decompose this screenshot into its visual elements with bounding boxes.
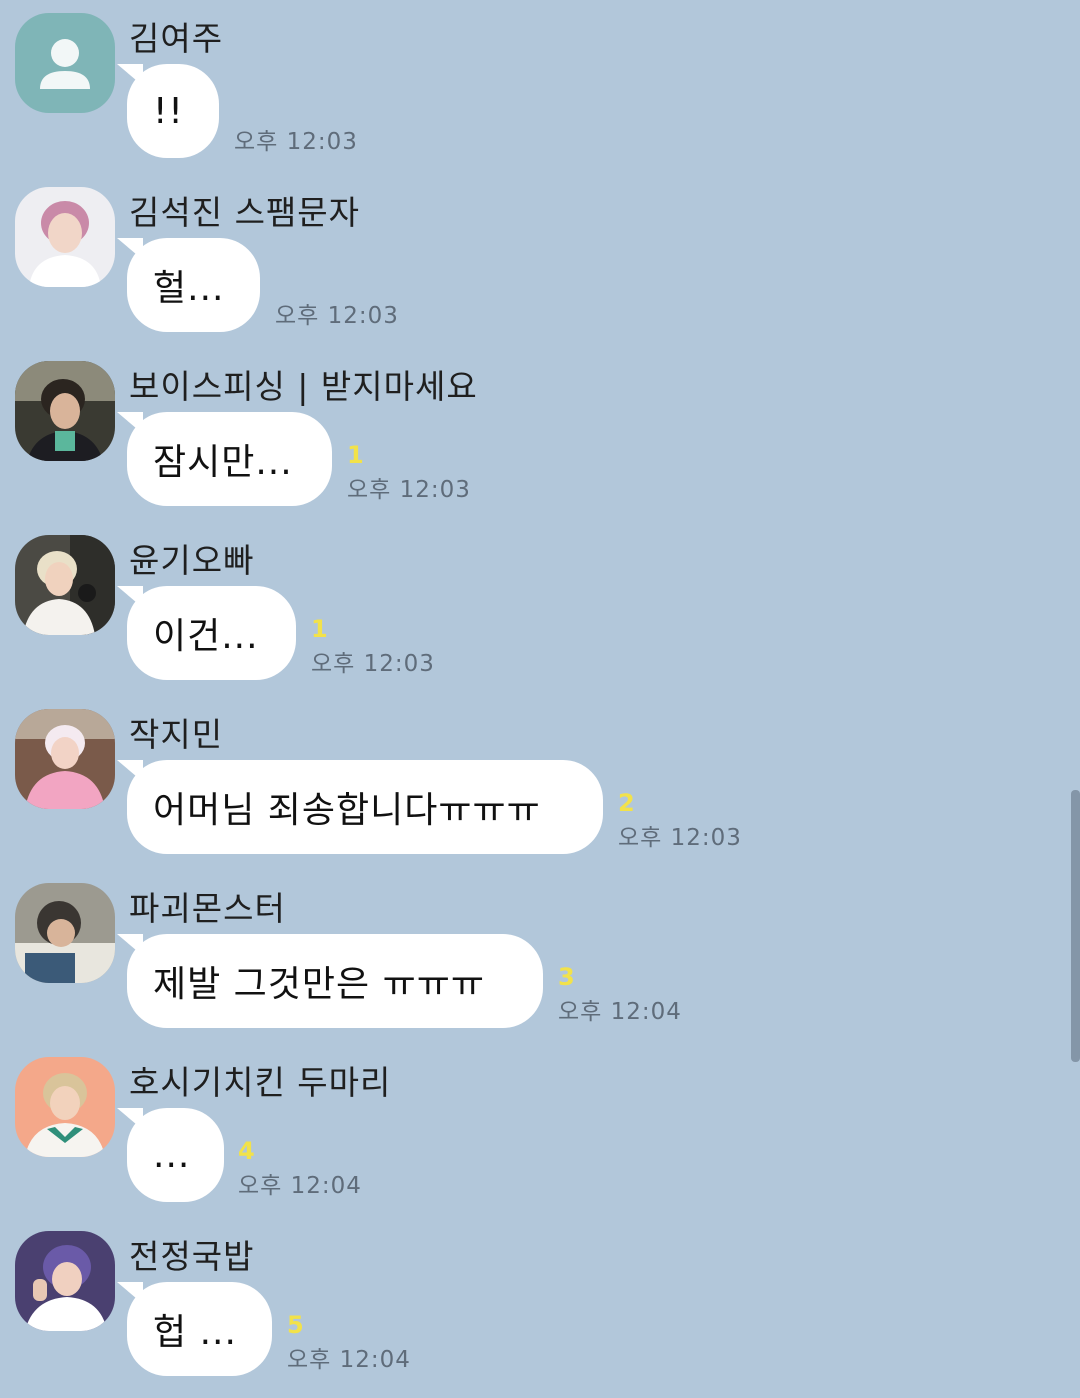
bubble-tail: [117, 934, 143, 956]
message-time: 오후 12:04: [287, 1347, 411, 1373]
message-row: 작지민 어머님 죄송합니다ㅠㅠㅠ 2 오후 12:03: [0, 696, 1060, 870]
message-text: 어머님 죄송합니다ㅠㅠㅠ: [153, 790, 541, 831]
sender-name: 작지민: [129, 715, 224, 754]
message-bubble[interactable]: ...: [117, 1108, 224, 1202]
unread-count: 1: [347, 441, 364, 469]
message-text: ...: [153, 1134, 191, 1176]
profile-photo-icon[interactable]: [15, 187, 115, 287]
message-text: !!: [153, 90, 184, 132]
message-row: 파괴몬스터 제발 그것만은 ㅠㅠㅠ 3 오후 12:04: [0, 870, 1060, 1044]
scrollbar-thumb[interactable]: [1071, 790, 1080, 1062]
bubble-tail: [117, 1282, 143, 1304]
unread-count: [275, 266, 399, 296]
unread-count: 5: [287, 1311, 304, 1339]
message-time: 오후 12:03: [618, 825, 742, 851]
bubble-tail: [117, 1108, 143, 1130]
message-time: 오후 12:04: [558, 999, 682, 1025]
chat-message-list[interactable]: 김여주 !! 오후 12:03 김석진 스팸문자 헐... 오후 12:03 보…: [0, 0, 1080, 1398]
unread-count: [234, 92, 358, 122]
unread-count: 4: [238, 1137, 255, 1165]
message-text: 이건...: [153, 616, 259, 657]
profile-photo-icon[interactable]: [15, 1057, 115, 1157]
message-time: 오후 12:03: [234, 129, 358, 155]
message-time: 오후 12:03: [311, 651, 435, 677]
message-row: 호시기치킨 두마리 ... 4 오후 12:04: [0, 1044, 1060, 1218]
message-meta: 2 오후 12:03: [618, 788, 742, 852]
message-bubble[interactable]: 헙 ...: [117, 1282, 272, 1376]
message-meta: 4 오후 12:04: [238, 1136, 362, 1200]
message-meta: 5 오후 12:04: [287, 1310, 411, 1374]
message-row: 보이스피싱 | 받지마세요 잠시만... 1 오후 12:03: [0, 348, 1060, 522]
message-row: 김여주 !! 오후 12:03: [0, 0, 1060, 174]
sender-name: 전정국밥: [129, 1237, 255, 1276]
unread-count: 3: [558, 963, 575, 991]
unread-count: 2: [618, 789, 635, 817]
message-text: 헐...: [153, 268, 225, 309]
bubble-tail: [117, 238, 143, 260]
message-meta: 3 오후 12:04: [558, 962, 682, 1026]
message-bubble[interactable]: 헐...: [117, 238, 260, 332]
bubble-tail: [117, 586, 143, 608]
message-row: 윤기오빠 이건... 1 오후 12:03: [0, 522, 1060, 696]
sender-name: 김석진 스팸문자: [129, 193, 361, 232]
bubble-tail: [117, 64, 143, 86]
profile-photo-icon[interactable]: [15, 361, 115, 461]
profile-photo-icon[interactable]: [15, 709, 115, 809]
sender-name: 보이스피싱 | 받지마세요: [129, 367, 478, 406]
message-text: 제발 그것만은 ㅠㅠㅠ: [153, 964, 485, 1005]
default-profile-icon[interactable]: [15, 13, 115, 113]
profile-photo-icon[interactable]: [15, 883, 115, 983]
message-time: 오후 12:03: [275, 303, 399, 329]
unread-count: 1: [311, 615, 328, 643]
message-meta: 1 오후 12:03: [311, 614, 435, 678]
sender-name: 호시기치킨 두마리: [129, 1063, 392, 1102]
message-text: 헙 ...: [153, 1312, 237, 1353]
message-bubble[interactable]: !!: [117, 64, 219, 158]
message-time: 오후 12:04: [238, 1173, 362, 1199]
message-bubble[interactable]: 이건...: [117, 586, 296, 680]
message-bubble[interactable]: 잠시만...: [117, 412, 332, 506]
message-row: 전정국밥 헙 ... 5 오후 12:04: [0, 1218, 1060, 1392]
sender-name: 김여주: [129, 19, 224, 58]
profile-photo-icon[interactable]: [15, 535, 115, 635]
message-text: 잠시만...: [153, 442, 293, 483]
sender-name: 파괴몬스터: [129, 889, 286, 928]
bubble-tail: [117, 760, 143, 782]
message-bubble[interactable]: 어머님 죄송합니다ㅠㅠㅠ: [117, 760, 603, 854]
message-row: 김석진 스팸문자 헐... 오후 12:03: [0, 174, 1060, 348]
sender-name: 윤기오빠: [129, 541, 255, 580]
profile-photo-icon[interactable]: [15, 1231, 115, 1331]
message-meta: 오후 12:03: [275, 266, 399, 330]
message-meta: 오후 12:03: [234, 92, 358, 156]
message-bubble[interactable]: 제발 그것만은 ㅠㅠㅠ: [117, 934, 543, 1028]
message-time: 오후 12:03: [347, 477, 471, 503]
bubble-tail: [117, 412, 143, 434]
message-meta: 1 오후 12:03: [347, 440, 471, 504]
